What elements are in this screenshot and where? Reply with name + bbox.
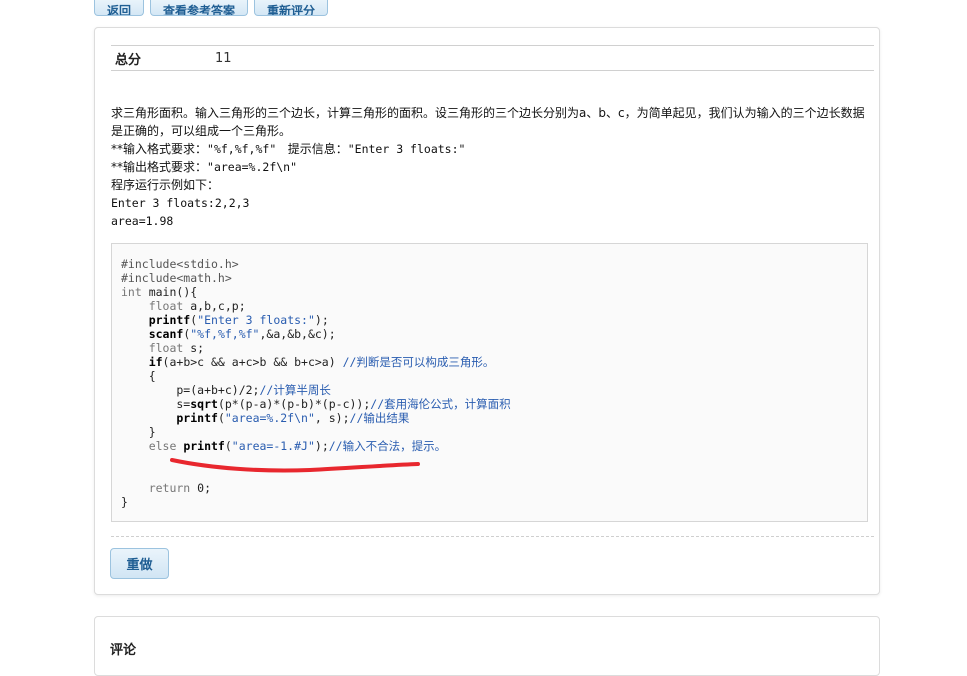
example-output: area=1.98 [111, 214, 174, 228]
code-token: ,&a,&b,&c); [259, 327, 336, 341]
code-token: a,b,c,p; [183, 299, 246, 313]
output-req-format: "area=%.2f\n" [207, 160, 298, 174]
code-block: #include<stdio.h> #include<math.h> int m… [111, 243, 868, 522]
code-text: #include<stdio.h> #include<math.h> int m… [121, 257, 511, 509]
input-req-format: "%f,%f,%f" [207, 142, 277, 156]
code-line: { [121, 369, 156, 383]
back-button-label: 返回 [107, 4, 132, 16]
back-button[interactable]: 返回 [94, 0, 145, 16]
code-token: p=(a+b+c)/2; [121, 383, 260, 397]
code-comment: //输入不合法，提示。 [328, 439, 447, 453]
code-line: } [121, 425, 156, 439]
section-divider [111, 536, 874, 537]
code-token: s; [183, 341, 205, 355]
problem-statement: 求三角形面积。输入三角形的三个边长，计算三角形的面积。设三角形的三个边长分别为a… [111, 106, 865, 138]
input-req-prefix: **输入格式要求： [111, 142, 208, 156]
code-token: printf [121, 411, 218, 425]
code-token: main(){ [141, 285, 198, 299]
input-requirement: **输入格式要求："%f,%f,%f" 提示信息："Enter 3 floats… [111, 140, 871, 158]
code-comment: //套用海伦公式，计算面积 [370, 397, 511, 411]
score-row: 总分 11 [111, 45, 874, 71]
example-label: 程序运行示例如下： [111, 178, 220, 192]
code-token: int [121, 285, 142, 299]
code-token: (a+b>c && a+c>b && b+c>a) [162, 355, 343, 369]
code-line: #include<stdio.h> [121, 257, 239, 271]
rescore-label: 重新评分 [267, 4, 316, 16]
problem-card: 总分 11 求三角形面积。输入三角形的三个边长，计算三角形的面积。设三角形的三个… [94, 27, 880, 595]
code-token: (p*(p-a)*(p-b)*(p-c)); [217, 397, 371, 411]
code-token: if [121, 355, 163, 369]
code-token: else [121, 439, 184, 453]
code-token: ); [314, 313, 329, 327]
view-answer-label: 查看参考答案 [163, 4, 236, 16]
code-comment: //输出结果 [349, 411, 410, 425]
code-token: "area=%.2f\n" [224, 411, 315, 425]
code-token: printf [121, 313, 191, 327]
input-hint-label: 提示信息： [287, 142, 348, 156]
code-token: "Enter 3 floats:" [197, 313, 315, 327]
comments-card: 评论 [94, 616, 880, 676]
code-line: } [121, 495, 128, 509]
score-label: 总分 [115, 52, 142, 68]
code-token: return [121, 481, 191, 495]
code-token: "%f,%f,%f" [190, 327, 260, 341]
code-comment: //判断是否可以构成三角形。 [342, 355, 495, 369]
code-token: 0; [190, 481, 212, 495]
code-token: float [121, 341, 184, 355]
code-line: #include<math.h> [121, 271, 232, 285]
code-token: , s); [314, 411, 350, 425]
code-token: printf [183, 439, 225, 453]
example-input: Enter 3 floats:2,2,3 [111, 196, 250, 210]
code-token: ( [224, 439, 232, 453]
rescore-button[interactable]: 重新评分 [254, 0, 329, 16]
view-answer-button[interactable]: 查看参考答案 [150, 0, 249, 16]
code-token: ( [217, 411, 225, 425]
score-value: 11 [215, 50, 232, 66]
code-token: s= [121, 397, 191, 411]
problem-description: 求三角形面积。输入三角形的三个边长，计算三角形的面积。设三角形的三个边长分别为a… [111, 104, 871, 230]
code-token: sqrt [190, 397, 218, 411]
code-token: scanf [121, 327, 184, 341]
code-comment: //计算半周长 [259, 383, 331, 397]
redo-button[interactable]: 重做 [110, 548, 169, 579]
output-req-prefix: **输出格式要求： [111, 160, 208, 174]
code-token: float [121, 299, 184, 313]
input-hint: "Enter 3 floats:" [347, 142, 466, 156]
code-token: "area=-1.#J" [231, 439, 315, 453]
output-requirement: **输出格式要求："area=%.2f\n" [111, 158, 871, 176]
code-token: ); [314, 439, 329, 453]
top-toolbar: 返回 查看参考答案 重新评分 [94, 0, 329, 18]
comments-title: 评论 [110, 643, 137, 658]
